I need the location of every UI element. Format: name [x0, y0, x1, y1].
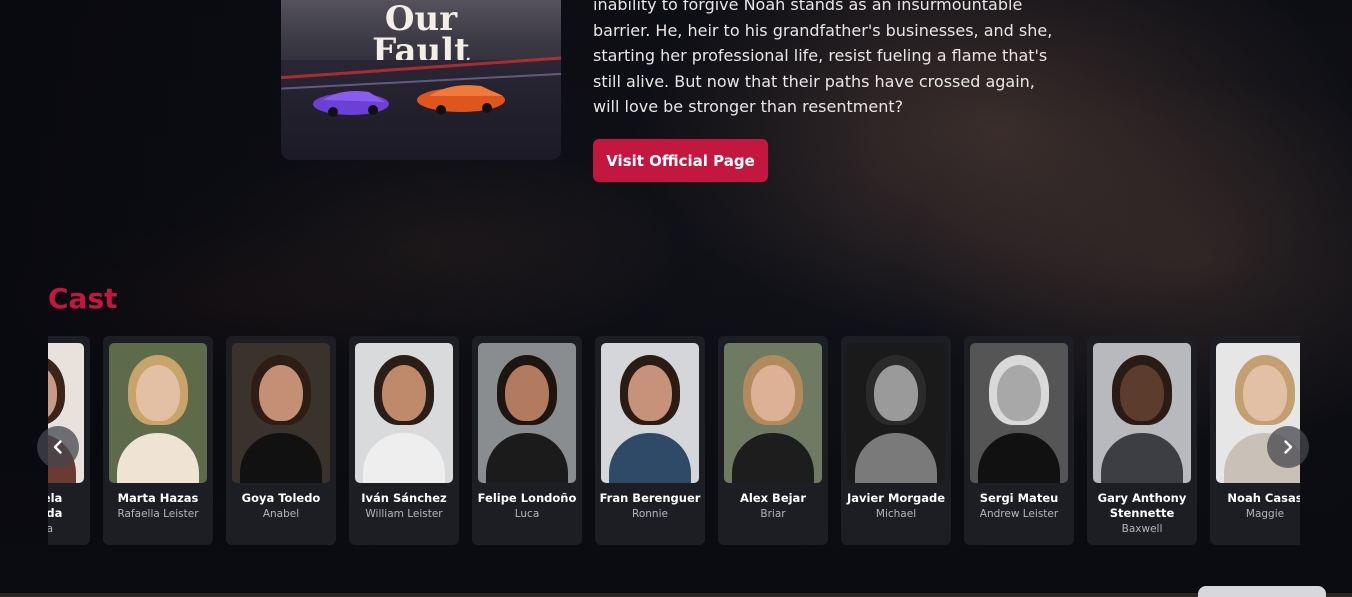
cast-role: Maggie: [1245, 508, 1285, 520]
cast-role: Rafaella Leister: [117, 508, 199, 520]
cast-role: William Leister: [365, 508, 443, 520]
cast-heading: Cast: [48, 282, 118, 315]
cast-role: Baxwell: [1121, 523, 1163, 535]
cast-name: Sergi Mateu: [979, 491, 1059, 505]
cast-photo: [109, 343, 207, 483]
cast-card[interactable]: Sergi Mateu Andrew Leister: [964, 336, 1074, 545]
cars-illustration: [313, 85, 505, 117]
cast-carousel[interactable]: Gabriela Andrada Zabala Marta Hazas Rafaell…: [48, 336, 1300, 546]
cast-name: Javier Morgade: [847, 491, 945, 505]
cast-card[interactable]: Gary Anthony Stennette Baxwell: [1087, 336, 1197, 545]
cast-card[interactable]: Marta Hazas Rafaella Leister: [103, 336, 213, 545]
cast-name: Fran Berenguer: [599, 491, 701, 505]
cast-card[interactable]: Javier Morgade Michael: [841, 336, 951, 545]
cast-card[interactable]: Iván Sánchez William Leister: [349, 336, 459, 545]
movie-description: inability to forgive Noah stands as an i…: [593, 0, 1053, 116]
carousel-prev-button[interactable]: [37, 426, 79, 468]
cast-name: Gabriela Andrada: [48, 491, 63, 520]
cast-photo: [478, 343, 576, 483]
carousel-next-button[interactable]: [1267, 426, 1309, 468]
cast-card[interactable]: Alex Bejar Briar: [718, 336, 828, 545]
cast-card[interactable]: Goya Toledo Anabel: [226, 336, 336, 545]
visit-official-page-button[interactable]: Visit Official Page: [593, 139, 768, 182]
cast-photo: [355, 343, 453, 483]
cast-role: Zabala: [48, 523, 54, 535]
chevron-right-icon: [1284, 440, 1293, 454]
cast-photo: [1093, 343, 1191, 483]
cast-role: Ronnie: [632, 508, 668, 520]
movie-poster: Our Fault: [281, 0, 561, 160]
cast-role: Andrew Leister: [979, 508, 1059, 520]
page-bottom-edge: [0, 593, 1352, 597]
cast-name: Goya Toledo: [241, 491, 321, 505]
cast-photo: [232, 343, 330, 483]
cast-photo: [601, 343, 699, 483]
poster-artwork: [281, 54, 561, 160]
cast-photo: [970, 343, 1068, 483]
cast-photo: [847, 343, 945, 483]
cast-name: Iván Sánchez: [361, 491, 447, 505]
cast-role: Michael: [875, 508, 917, 520]
cast-role: Anabel: [262, 508, 300, 520]
cast-card[interactable]: Felipe Londoño Luca: [472, 336, 582, 545]
cast-card[interactable]: Fran Berenguer Ronnie: [595, 336, 705, 545]
cast-photo: [724, 343, 822, 483]
cast-name: Gary Anthony Stennette: [1097, 491, 1187, 520]
cast-name: Alex Bejar: [739, 491, 806, 505]
chevron-left-icon: [53, 440, 62, 454]
scroll-to-top-tab[interactable]: [1198, 586, 1326, 597]
cast-name: Noah Casas: [1227, 491, 1300, 505]
cast-name: Marta Hazas: [117, 491, 199, 505]
cast-name: Felipe Londoño: [477, 491, 577, 505]
cast-role: Briar: [760, 508, 786, 520]
cast-role: Luca: [514, 508, 540, 520]
